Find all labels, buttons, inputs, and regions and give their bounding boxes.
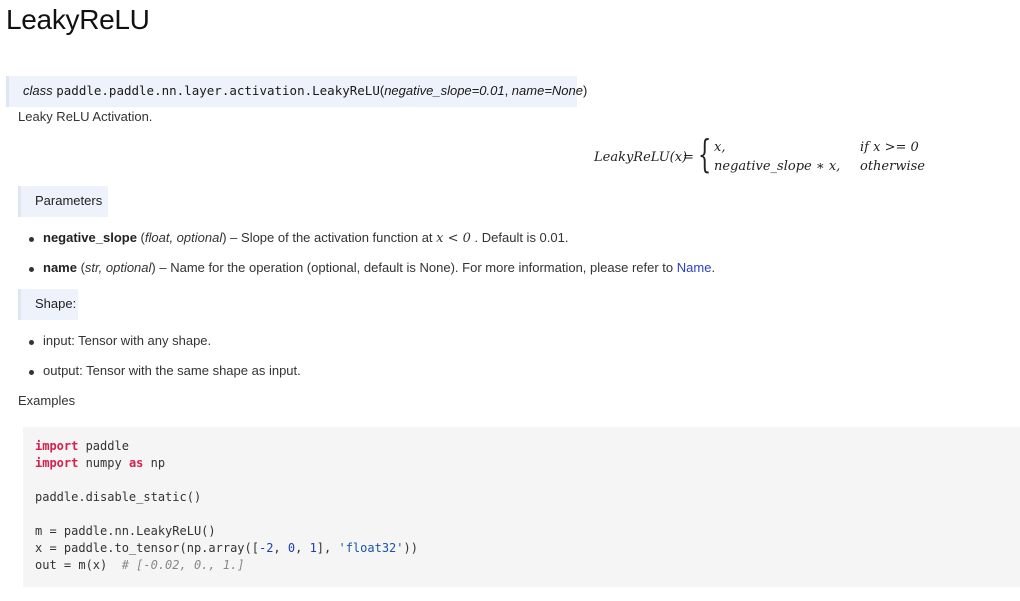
signature-path: paddle.paddle.nn.layer.activation.LeakyR… — [56, 83, 380, 98]
bullet-icon — [29, 267, 34, 272]
bullet-icon — [29, 237, 34, 242]
list-item: name (str, optional) – Name for the oper… — [29, 260, 716, 275]
list-item: output: Tensor with the same shape as in… — [29, 363, 301, 378]
code-number: -2 — [258, 541, 274, 555]
code-text: )) — [403, 541, 418, 555]
code-line: import numpy as np — [35, 456, 165, 470]
param-tail: . — [711, 260, 716, 275]
signature-param-negative-slope: negative_slope=0.01 — [384, 83, 505, 98]
shape-output: output: Tensor with the same shape as in… — [43, 363, 301, 378]
code-text: out = m(x) — [35, 558, 122, 572]
code-line: import paddle — [35, 439, 129, 453]
param-type: str, optional — [84, 260, 152, 275]
shape-input: input: Tensor with any shape. — [43, 333, 212, 348]
code-text: , — [273, 541, 288, 555]
param-math: x < 0 — [436, 231, 471, 246]
formula-equals: = — [683, 150, 694, 165]
bullet-icon — [29, 340, 34, 345]
code-keyword: as — [128, 456, 144, 470]
formula-condition-1: if x >= 0 — [860, 140, 919, 155]
formula-case-2: negative_slope ∗ x, — [714, 159, 841, 174]
signature-close: ) — [583, 83, 588, 98]
list-item: negative_slope (float, optional) – Slope… — [29, 230, 569, 246]
param-description: ) – Slope of the activation function at — [222, 230, 437, 245]
formula-case-1: x, — [714, 140, 726, 155]
formula-brace: { — [698, 132, 712, 176]
bullet-icon — [29, 370, 34, 375]
signature-sep: , — [504, 83, 512, 98]
formula-lhs: LeakyReLU(x) — [594, 150, 688, 165]
param-tail: . Default is 0.01. — [470, 230, 569, 245]
code-keyword: import — [35, 456, 79, 470]
list-item: input: Tensor with any shape. — [29, 333, 212, 348]
code-text: ], — [316, 541, 339, 555]
param-type: float, optional — [144, 230, 223, 245]
code-line: x = paddle.to_tensor(np.array([-2, 0, 1]… — [35, 541, 418, 555]
name-link[interactable]: Name — [677, 260, 712, 275]
code-text: paddle — [78, 439, 129, 453]
signature-prefix: class — [23, 83, 53, 98]
code-line: out = m(x) # [-0.02, 0., 1.] — [35, 558, 245, 572]
code-line: m = paddle.nn.LeakyReLU() — [35, 524, 216, 538]
code-text: np — [143, 456, 166, 470]
page-title: LeakyReLU — [6, 4, 150, 35]
code-comment: # [-0.02, 0., 1.] — [121, 558, 245, 572]
code-keyword: import — [35, 439, 79, 453]
code-text: numpy — [78, 456, 129, 470]
leakyrelu-formula: LeakyReLU(x) = { x, negative_slope ∗ x, … — [594, 135, 925, 179]
shape-heading: Shape: — [18, 289, 78, 320]
examples-label: Examples — [18, 393, 76, 408]
code-text: , — [295, 541, 310, 555]
code-line: paddle.disable_static() — [35, 490, 202, 504]
param-name: negative_slope — [43, 230, 137, 245]
formula-condition-2: otherwise — [860, 159, 925, 174]
param-description: ) – Name for the operation (optional, de… — [151, 260, 677, 275]
code-text: x = paddle.to_tensor(np.array([ — [35, 541, 259, 555]
code-block[interactable]: import paddle import numpy as np paddle.… — [23, 427, 1020, 587]
class-description: Leaky ReLU Activation. — [18, 109, 153, 124]
parameters-heading: Parameters — [18, 186, 108, 217]
param-type-open: ( — [76, 260, 85, 275]
class-signature: class paddle.paddle.nn.layer.activation.… — [6, 76, 587, 107]
code-string: 'float32' — [338, 541, 404, 555]
param-type-open: ( — [136, 230, 145, 245]
param-name: name — [43, 260, 77, 275]
code-number: 1 — [309, 541, 317, 555]
signature-param-name: name=None — [511, 83, 583, 98]
